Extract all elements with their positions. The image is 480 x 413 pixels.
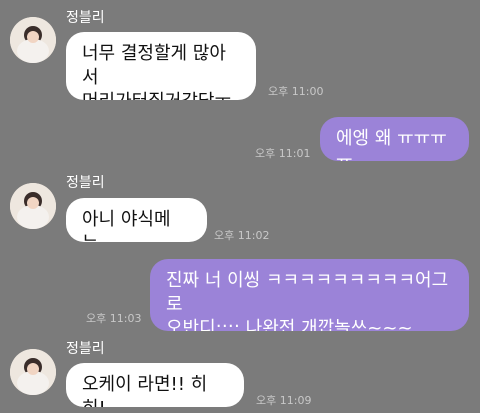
profile-avatar-icon[interactable] xyxy=(10,17,56,63)
profile-avatar-icon[interactable] xyxy=(10,349,56,395)
message-time: 오후 11:03 xyxy=(86,312,142,325)
message-bubble-incoming[interactable]: 너무 결정할게 많아서 머리가터질거같당ㅜ xyxy=(66,32,256,100)
sender-name: 정블리 xyxy=(66,341,105,357)
message-bubble-outgoing[interactable]: 진짜 너 이씽 ㅋㅋㅋㅋㅋㅋㅋㅋㅋ어그로 오반디;;;; 나완전 개깝놀쓰~~~ xyxy=(150,259,469,331)
profile-photo-icon xyxy=(10,183,56,229)
sender-name: 정블리 xyxy=(66,10,105,26)
message-time: 오후 11:09 xyxy=(256,394,312,407)
profile-photo-icon xyxy=(10,17,56,63)
message-time: 오후 11:01 xyxy=(255,147,311,160)
sender-name: 정블리 xyxy=(66,175,105,191)
message-bubble-outgoing[interactable]: 에엥 왜 ㅠㅠㅠㅠ xyxy=(320,117,469,161)
profile-photo-icon xyxy=(10,349,56,395)
chat-window: 정블리 너무 결정할게 많아서 머리가터질거같당ㅜ 오후 11:00 에엥 왜 … xyxy=(0,0,480,413)
profile-avatar-icon[interactable] xyxy=(10,183,56,229)
message-time: 오후 11:02 xyxy=(214,229,270,242)
message-bubble-incoming[interactable]: 아니 야식메뉴.. xyxy=(66,198,207,242)
message-time: 오후 11:00 xyxy=(268,85,324,98)
message-bubble-incoming[interactable]: 오케이 라면!! 히히! xyxy=(66,363,244,407)
